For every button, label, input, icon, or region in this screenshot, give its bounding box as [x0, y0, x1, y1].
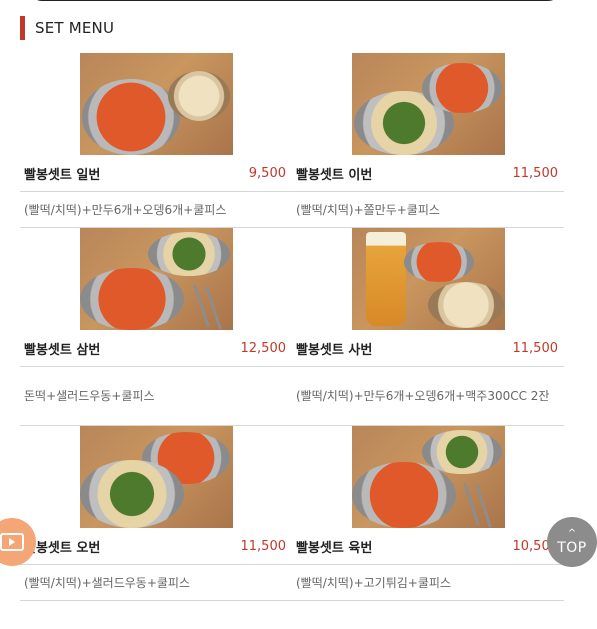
menu-item-name: 빨봉셋트 사번	[296, 342, 373, 358]
section-header: SET MENU	[20, 16, 114, 40]
menu-item-price: 9,500	[248, 165, 286, 181]
menu-item-name: 빨봉셋트 이번	[296, 167, 373, 183]
menu-item-header: 빨봉셋트 사번 11,500	[292, 330, 564, 367]
menu-item-description: (빨떡/치떡)+만두6개+오뎅6개+맥주300CC 2잔	[292, 367, 564, 426]
menu-item[interactable]: 빨봉셋트 일번 9,500 (빨떡/치떡)+만두6개+오뎅6개+쿨피스	[20, 53, 292, 228]
menu-item-header: 빨봉셋트 오번 11,500	[20, 528, 292, 565]
scroll-top-button[interactable]: ^ TOP	[547, 517, 597, 567]
menu-item[interactable]: 빨봉셋트 사번 11,500 (빨떡/치떡)+만두6개+오뎅6개+맥주300CC…	[292, 228, 564, 426]
menu-item-description: (빨떡/치떡)+쫄만두+쿨피스	[292, 192, 564, 228]
section-accent-bar	[20, 16, 25, 40]
menu-item-price: 11,500	[512, 340, 559, 356]
menu-item-header: 빨봉셋트 삼번 12,500	[20, 330, 292, 367]
menu-item[interactable]: 빨봉셋트 오번 11,500 (빨떡/치떡)+샐러드우동+쿨피스	[20, 426, 292, 601]
menu-item-name: 빨봉셋트 삼번	[24, 342, 101, 358]
menu-photo[interactable]	[351, 53, 505, 155]
menu-photo[interactable]	[79, 426, 233, 528]
menu-item-header: 빨봉셋트 이번 11,500	[292, 155, 564, 192]
menu-item[interactable]: 빨봉셋트 이번 11,500 (빨떡/치떡)+쫄만두+쿨피스	[292, 53, 564, 228]
menu-item-price: 11,500	[240, 538, 287, 554]
section-title: SET MENU	[35, 19, 115, 37]
menu-item-header: 빨봉셋트 육번 10,500	[292, 528, 564, 565]
chevron-up-icon: ^	[567, 528, 577, 539]
menu-photo[interactable]	[351, 228, 505, 330]
menu-photo[interactable]	[79, 53, 233, 155]
menu-item-description: (빨떡/치떡)+고기튀김+쿨피스	[292, 565, 564, 601]
menu-item-price: 12,500	[240, 340, 287, 356]
tv-play-icon	[0, 533, 24, 551]
top-search-bar	[28, 0, 562, 1]
menu-item-name: 빨봉셋트 일번	[24, 167, 101, 183]
menu-photo[interactable]	[351, 426, 505, 528]
menu-item-header: 빨봉셋트 일번 9,500	[20, 155, 292, 192]
menu-item-name: 빨봉셋트 육번	[296, 540, 373, 556]
top-label: TOP	[557, 540, 587, 556]
menu-item-description: (빨떡/치떡)+샐러드우동+쿨피스	[20, 565, 292, 601]
menu-item-description: 돈떡+샐러드우동+쿨피스	[20, 367, 292, 426]
menu-photo[interactable]	[79, 228, 233, 330]
menu-item[interactable]: 빨봉셋트 육번 10,500 (빨떡/치떡)+고기튀김+쿨피스	[292, 426, 564, 601]
menu-item-description: (빨떡/치떡)+만두6개+오뎅6개+쿨피스	[20, 192, 292, 228]
menu-grid: 빨봉셋트 일번 9,500 (빨떡/치떡)+만두6개+오뎅6개+쿨피스 빨봉셋트…	[20, 53, 564, 601]
menu-item[interactable]: 빨봉셋트 삼번 12,500 돈떡+샐러드우동+쿨피스	[20, 228, 292, 426]
menu-item-price: 11,500	[512, 165, 559, 181]
